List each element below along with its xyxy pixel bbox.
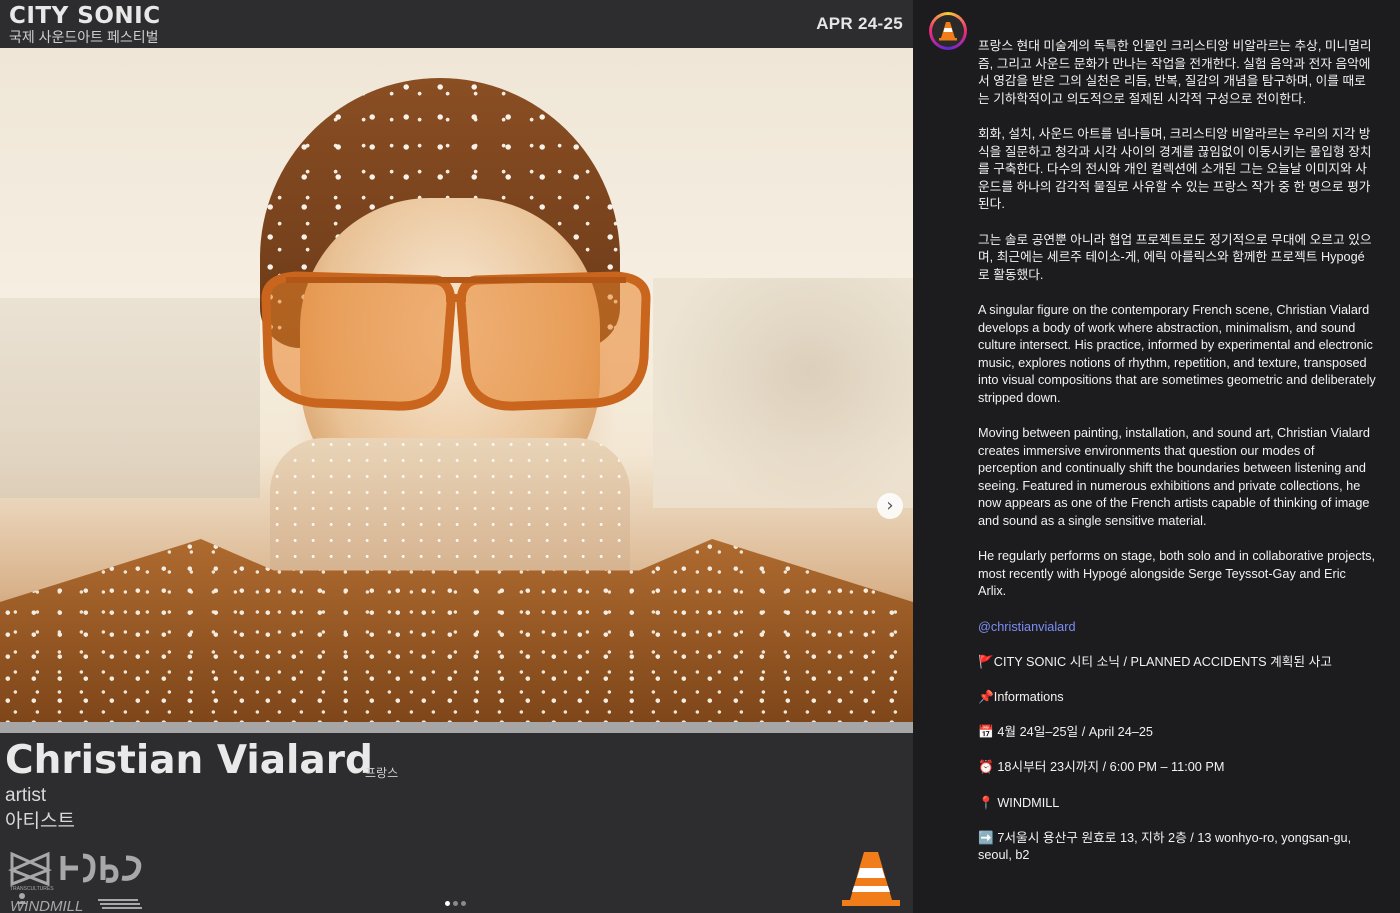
festival-line: 🚩CITY SONIC 시티 소닉 / PLANNED ACCIDENTS 계획… [978, 654, 1332, 669]
avatar-inner [932, 15, 964, 47]
chevron-right-icon[interactable]: › [877, 493, 903, 519]
info-heading: 📌Informations [978, 689, 1064, 704]
transcultures-logo-text: TRANSCULTURES [10, 886, 54, 892]
glasses [261, 271, 651, 411]
sponsor-logos: TRANSCULTURES WINDMILL [8, 851, 142, 912]
background-trees [653, 278, 913, 508]
carousel-dot-3[interactable] [460, 901, 466, 906]
caption-en-paragraph-1: A singular figure on the contemporary Fr… [978, 302, 1380, 405]
artist-name: Christian Vialard [5, 738, 373, 783]
brand-title: CITY SONIC [9, 3, 161, 29]
caption-ko-paragraph-3: 그는 솔로 공연뿐 아니라 협업 프로젝트로도 정기적으로 무대에 오르고 있으… [978, 232, 1372, 282]
post-header-band: CITY SONIC 국제 사운드아트 페스티벌 APR 24-25 [0, 0, 913, 48]
date-line: 📅 4월 24일–25일 / April 24–25 [978, 725, 1153, 740]
caption-body: 프랑스 현대 미술계의 독특한 인물인 크리스티앙 비알라르는 추상, 미니멀리… [978, 38, 1376, 883]
caption-ko-paragraph-1: 프랑스 현대 미술계의 독특한 인물인 크리스티앙 비알라르는 추상, 미니멀리… [978, 39, 1372, 106]
photo-divider [0, 722, 913, 733]
carousel-dot-1[interactable] [444, 901, 450, 906]
caption-en-paragraph-2: Moving between painting, installation, a… [978, 426, 1374, 529]
venue-line: 📍 WINDMILL [978, 795, 1060, 810]
artist-portrait-photo[interactable]: › [0, 48, 913, 724]
carousel-indicator[interactable] [443, 893, 467, 911]
profile-avatar[interactable] [929, 12, 967, 50]
brand-subtitle: 국제 사운드아트 페스티벌 [9, 29, 159, 45]
artist-mention-link[interactable]: @christianvialard [978, 619, 1376, 637]
caption-panel: 프랑스 현대 미술계의 독특한 인물인 크리스티앙 비알라르는 추상, 미니멀리… [913, 0, 1400, 913]
caption-ko-paragraph-2: 회화, 설치, 사운드 아트를 넘나들며, 크리스티앙 비알라르는 우리의 지각… [978, 126, 1372, 212]
artist-role-en: artist [5, 785, 47, 806]
traffic-cone-icon [842, 852, 900, 906]
address-line: ➡️ 7서울시 용산구 원효로 13, 지하 2층 / 13 wonhyo-ro… [978, 830, 1355, 863]
background-buildings [0, 298, 260, 498]
event-dates: APR 24-25 [816, 14, 903, 33]
carousel-dot-2[interactable] [452, 901, 458, 906]
caption-en-paragraph-3: He regularly performs on stage, both sol… [978, 549, 1379, 599]
artist-role-ko: 아티스트 [5, 811, 75, 832]
windmill-logo-text: WINDMILL [10, 898, 83, 912]
artist-country: 프랑스 [365, 766, 399, 780]
post-image-panel: CITY SONIC 국제 사운드아트 페스티벌 APR 24-25 › Chr… [0, 0, 913, 913]
time-line: ⏰ 18시부터 23시까지 / 6:00 PM – 11:00 PM [978, 760, 1225, 775]
traffic-cone-avatar-icon [939, 22, 957, 41]
